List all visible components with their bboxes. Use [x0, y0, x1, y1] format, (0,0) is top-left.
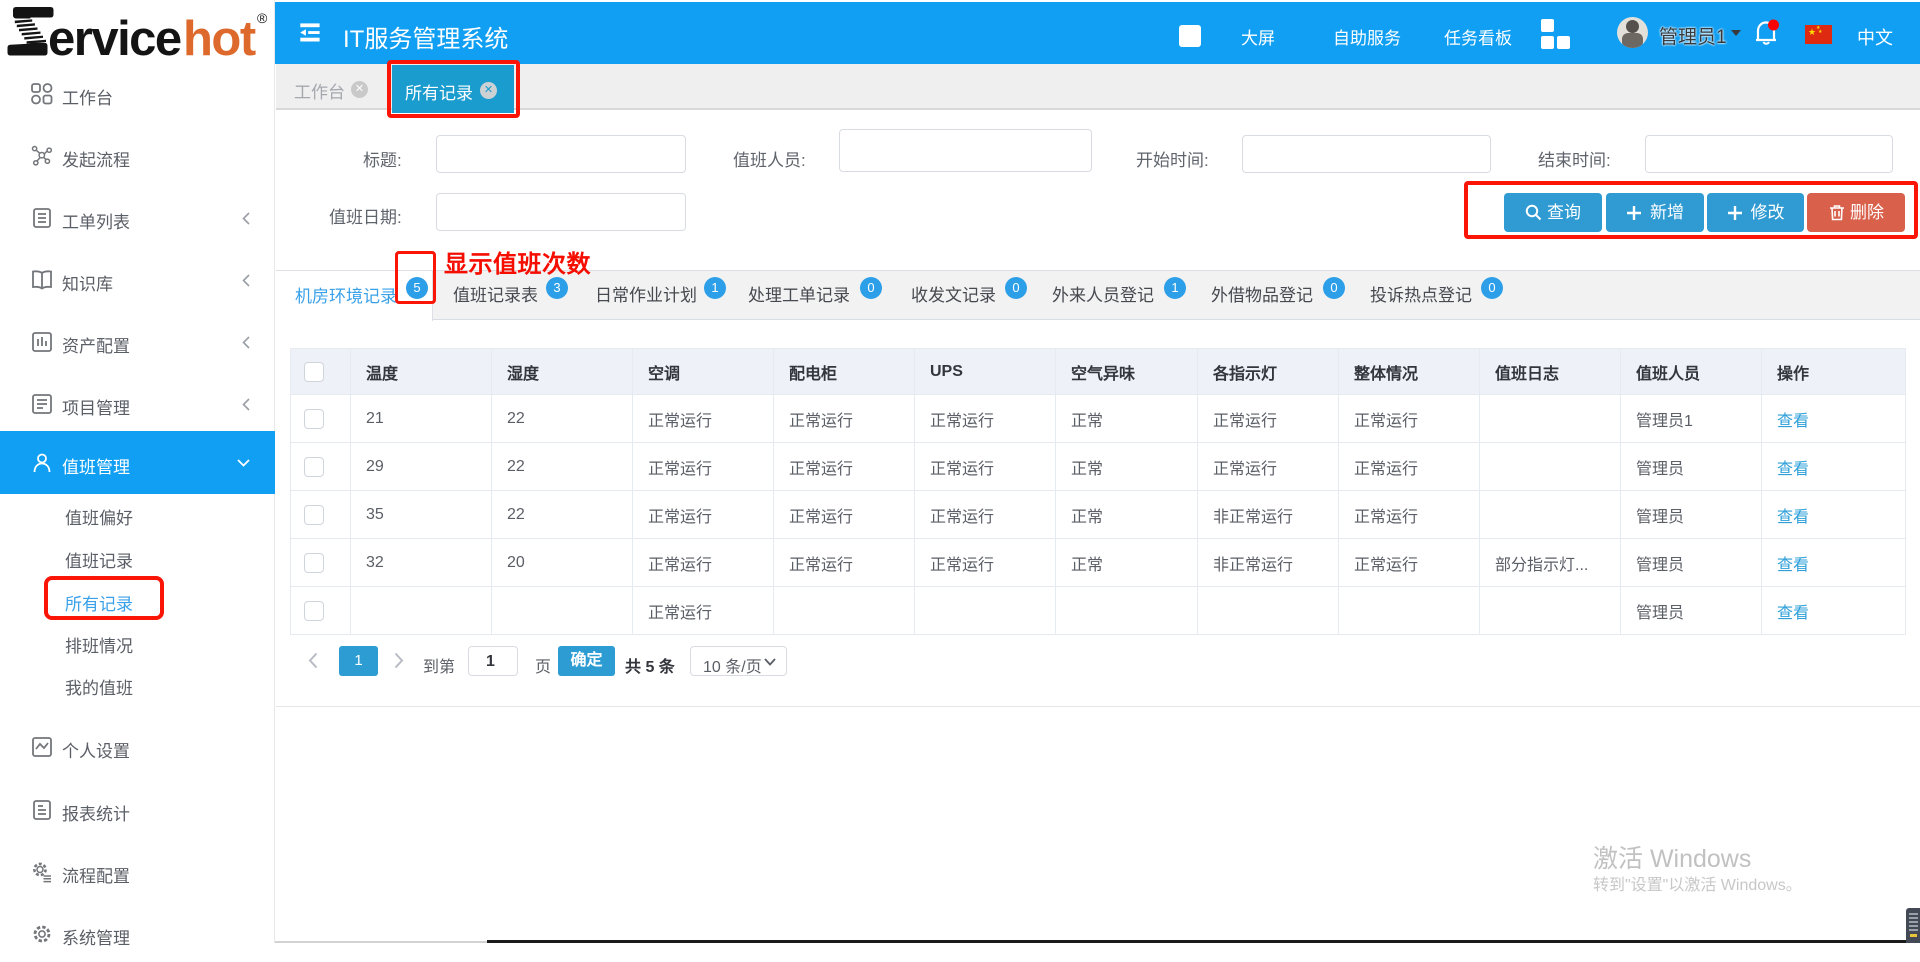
svg-text:ervice: ervice — [48, 12, 181, 60]
svg-text:®: ® — [257, 10, 268, 26]
svg-text:hot: hot — [183, 12, 256, 60]
